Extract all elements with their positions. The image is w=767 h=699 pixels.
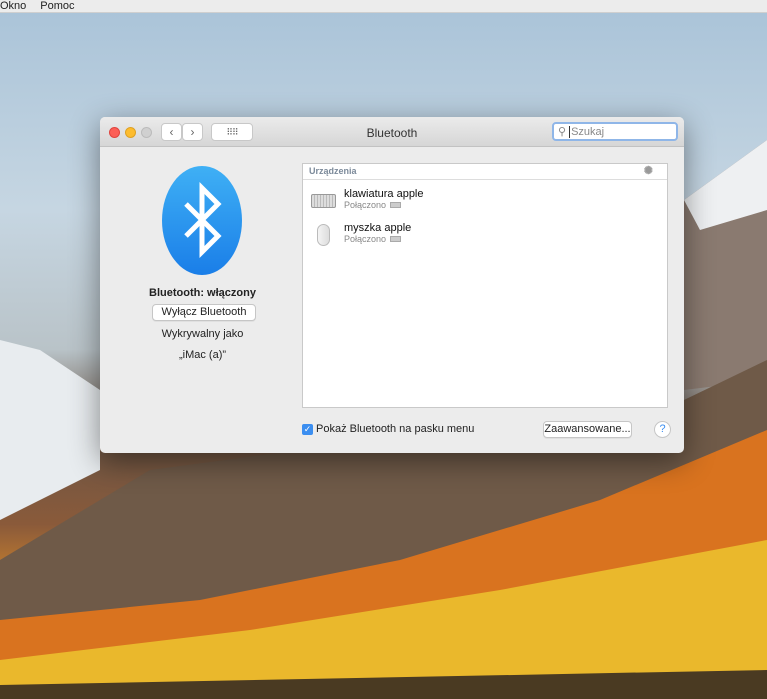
- mouse-icon: [317, 224, 330, 246]
- show-in-menu-label: Pokaż Bluetooth na pasku menu: [316, 423, 475, 435]
- device-row[interactable]: myszka apple Połączono: [311, 222, 411, 246]
- bluetooth-status: Bluetooth: włączony: [149, 287, 256, 299]
- menu-okno[interactable]: Okno: [0, 0, 26, 12]
- discoverable-label: Wykrywalny jako: [161, 328, 244, 340]
- loading-spinner-icon: ✺: [643, 165, 653, 177]
- advanced-button[interactable]: Zaawansowane...: [543, 421, 632, 438]
- device-row[interactable]: klawiatura apple Połączono: [311, 188, 424, 210]
- keyboard-icon: [311, 194, 336, 208]
- device-name: klawiatura apple: [344, 188, 424, 200]
- battery-icon: [390, 236, 402, 242]
- device-status: Połączono: [344, 234, 387, 244]
- show-in-menu-checkbox[interactable]: ✓ Pokaż Bluetooth na pasku menu: [302, 423, 474, 435]
- checkbox-checked-icon: ✓: [302, 423, 313, 435]
- help-button[interactable]: ?: [654, 421, 671, 438]
- bluetooth-logo-icon: [162, 166, 242, 275]
- menu-bar: Okno Pomoc: [0, 0, 767, 13]
- device-status: Połączono: [344, 200, 387, 210]
- devices-header-label: Urządzenia: [309, 166, 357, 176]
- device-name: „iMac (a)”: [178, 349, 227, 361]
- device-name: myszka apple: [344, 222, 412, 234]
- battery-icon: [390, 202, 402, 208]
- search-icon: ⚲: [558, 126, 567, 138]
- toggle-bluetooth-button[interactable]: Wyłącz Bluetooth: [152, 304, 256, 321]
- search-placeholder: Szukaj: [569, 125, 605, 138]
- bluetooth-window: ‹ › ⠿⠿ Bluetooth ⚲ Szukaj Bluetooth: włą…: [100, 117, 684, 453]
- devices-list: Urządzenia ✺ klawiatura apple Połączono …: [302, 163, 668, 408]
- devices-header: Urządzenia ✺: [303, 164, 667, 180]
- menu-pomoc[interactable]: Pomoc: [40, 0, 74, 12]
- search-field[interactable]: ⚲ Szukaj: [552, 122, 678, 141]
- title-bar: ‹ › ⠿⠿ Bluetooth ⚲ Szukaj: [100, 117, 684, 147]
